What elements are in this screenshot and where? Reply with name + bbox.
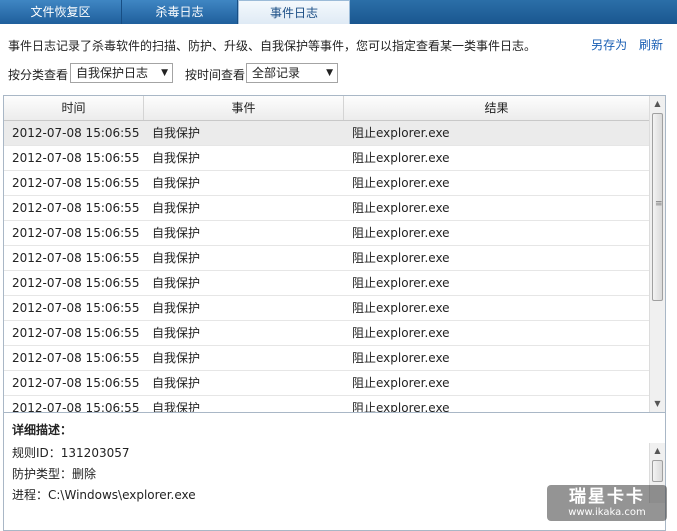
detail-title: 详细描述： (12, 423, 73, 437)
cell-result: 阻止explorer.exe (352, 201, 450, 215)
cell-event: 自我保护 (152, 301, 201, 315)
arrow-up-icon[interactable]: ▲ (650, 443, 665, 459)
table-row[interactable]: 2012-07-08 15:06:55 自我保护 阻止explorer.exe (4, 146, 649, 171)
watermark-brand: 瑞星卡卡 (569, 487, 645, 507)
cell-time: 2012-07-08 15:06:55 (12, 126, 140, 140)
cell-time: 2012-07-08 15:06:55 (12, 251, 140, 265)
table-row[interactable]: 2012-07-08 15:06:55 自我保护 阻止explorer.exe (4, 171, 649, 196)
cell-result: 阻止explorer.exe (352, 276, 450, 290)
table-row[interactable]: 2012-07-08 15:06:55 自我保护 阻止explorer.exe (4, 221, 649, 246)
cell-time: 2012-07-08 15:06:55 (12, 226, 140, 240)
chevron-down-icon: ▼ (161, 68, 168, 78)
table-row[interactable]: 2012-07-08 15:06:55 自我保护 阻止explorer.exe (4, 196, 649, 221)
cell-event: 自我保护 (152, 176, 201, 190)
cell-result: 阻止explorer.exe (352, 151, 450, 165)
cell-event: 自我保护 (152, 226, 201, 240)
scrollbar-thumb[interactable]: ≡ (652, 113, 663, 301)
event-table: 时间 事件 结果 2012-07-08 15:06:55 自我保护 阻止explor… (3, 95, 666, 413)
cell-event: 自我保护 (152, 151, 201, 165)
column-header-event[interactable]: 事件 (144, 96, 344, 120)
table-row[interactable]: 2012-07-08 15:06:55 自我保护 阻止explorer.exe (4, 321, 649, 346)
cell-event: 自我保护 (152, 251, 201, 265)
cell-time: 2012-07-08 15:06:55 (12, 376, 140, 390)
time-select[interactable]: 全部记录 ▼ (246, 63, 338, 83)
cell-time: 2012-07-08 15:06:55 (12, 326, 140, 340)
cell-event: 自我保护 (152, 126, 201, 140)
cell-time: 2012-07-08 15:06:55 (12, 351, 140, 365)
table-scrollbar[interactable]: ▲ ≡ ▼ (649, 96, 665, 412)
arrow-up-icon[interactable]: ▲ (650, 96, 665, 112)
category-filter-label: 按分类查看 (8, 68, 69, 82)
cell-event: 自我保护 (152, 276, 201, 290)
cell-result: 阻止explorer.exe (352, 351, 450, 365)
tab-antivirus-log[interactable]: 杀毒日志 (122, 0, 238, 24)
cell-result: 阻止explorer.exe (352, 126, 450, 140)
table-row[interactable]: 2012-07-08 15:06:55 自我保护 阻止explorer.exe (4, 246, 649, 271)
table-header: 时间 事件 结果 (4, 96, 649, 121)
cell-event: 自我保护 (152, 401, 201, 413)
refresh-link[interactable]: 刷新 (639, 38, 663, 52)
column-header-result[interactable]: 结果 (344, 96, 649, 120)
cell-time: 2012-07-08 15:06:55 (12, 176, 140, 190)
cell-time: 2012-07-08 15:06:55 (12, 276, 140, 290)
table-body: 2012-07-08 15:06:55 自我保护 阻止explorer.exe 201… (4, 121, 649, 413)
arrow-down-icon[interactable]: ▼ (650, 396, 665, 412)
table-row[interactable]: 2012-07-08 15:06:55 自我保护 阻止explorer.exe (4, 121, 649, 146)
save-as-link[interactable]: 另存为 (591, 38, 627, 52)
cell-result: 阻止explorer.exe (352, 176, 450, 190)
detail-scrollbar-thumb[interactable] (652, 460, 663, 482)
cell-time: 2012-07-08 15:06:55 (12, 401, 140, 413)
cell-result: 阻止explorer.exe (352, 226, 450, 240)
cell-result: 阻止explorer.exe (352, 251, 450, 265)
cell-event: 自我保护 (152, 351, 201, 365)
cell-result: 阻止explorer.exe (352, 301, 450, 315)
action-links: 另存为 刷新 (583, 36, 663, 53)
detail-rule-id: 规则ID：131203057 (12, 446, 130, 460)
cell-time: 2012-07-08 15:06:55 (12, 151, 140, 165)
cell-event: 自我保护 (152, 201, 201, 215)
grip-icon: ≡ (655, 199, 663, 209)
category-select-value: 自我保护日志 (76, 66, 149, 80)
cell-event: 自我保护 (152, 326, 201, 340)
tab-event-log[interactable]: 事件日志 (238, 0, 350, 24)
chevron-down-icon: ▼ (326, 68, 333, 78)
cell-result: 阻止explorer.exe (352, 376, 450, 390)
table-row[interactable]: 2012-07-08 15:06:55 自我保护 阻止explorer.exe (4, 396, 649, 413)
detail-process: 进程：C:\Windows\explorer.exe (12, 488, 196, 502)
cell-event: 自我保护 (152, 376, 201, 390)
tab-file-recovery[interactable]: 文件恢复区 (0, 0, 122, 24)
cell-result: 阻止explorer.exe (352, 326, 450, 340)
cell-result: 阻止explorer.exe (352, 401, 450, 413)
watermark-url: www.ikaka.com (568, 507, 646, 518)
time-filter-label: 按时间查看 (185, 68, 246, 82)
ikaka-watermark: 瑞星卡卡 www.ikaka.com (547, 485, 667, 521)
cell-time: 2012-07-08 15:06:55 (12, 201, 140, 215)
table-row[interactable]: 2012-07-08 15:06:55 自我保护 阻止explorer.exe (4, 371, 649, 396)
column-header-time[interactable]: 时间 (4, 96, 144, 120)
table-row[interactable]: 2012-07-08 15:06:55 自我保护 阻止explorer.exe (4, 346, 649, 371)
description-text: 事件日志记录了杀毒软件的扫描、防护、升级、自我保护等事件，您可以指定查看某一类事… (8, 39, 537, 53)
detail-protect-type: 防护类型：删除 (12, 467, 97, 481)
tab-bar: 文件恢复区 杀毒日志 事件日志 (0, 0, 677, 24)
table-row[interactable]: 2012-07-08 15:06:55 自我保护 阻止explorer.exe (4, 271, 649, 296)
time-select-value: 全部记录 (252, 66, 301, 80)
table-row[interactable]: 2012-07-08 15:06:55 自我保护 阻止explorer.exe (4, 296, 649, 321)
cell-time: 2012-07-08 15:06:55 (12, 301, 140, 315)
category-select[interactable]: 自我保护日志 ▼ (70, 63, 173, 83)
